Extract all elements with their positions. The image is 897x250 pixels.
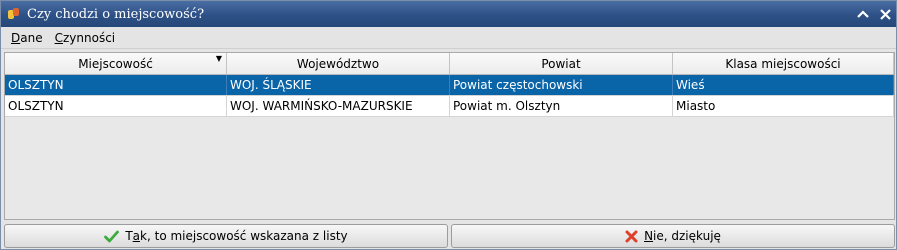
window-title: Czy chodzi o miejscowość? xyxy=(27,6,205,22)
cell-wojewodztwo: WOJ. WARMIŃSKO-MAZURSKIE xyxy=(227,96,450,116)
column-header-powiat[interactable]: Powiat xyxy=(450,53,673,74)
table-header: Miejscowość ▼ Województwo Powiat Klasa m… xyxy=(5,53,894,75)
close-button[interactable] xyxy=(874,3,896,25)
title-bar[interactable]: Czy chodzi o miejscowość? xyxy=(1,1,896,27)
dialog-window: Czy chodzi o miejscowość? Dane Czynności… xyxy=(0,0,897,250)
cell-klasa: Wieś xyxy=(673,75,894,95)
check-icon xyxy=(104,230,120,243)
chevron-up-icon xyxy=(857,10,869,18)
menu-bar: Dane Czynności xyxy=(1,27,896,49)
cell-miejscowosc: OLSZTYN xyxy=(5,96,227,116)
column-header-klasa[interactable]: Klasa miejscowości xyxy=(673,53,894,74)
locality-table[interactable]: Miejscowość ▼ Województwo Powiat Klasa m… xyxy=(4,52,895,220)
column-header-miejscowosc[interactable]: Miejscowość ▼ xyxy=(5,53,227,74)
menu-dane[interactable]: Dane xyxy=(5,31,49,45)
cross-icon xyxy=(625,230,638,243)
app-icon xyxy=(7,7,21,21)
action-buttons: Ta k, to miejscowość wskazana z listy Nie… xyxy=(4,224,895,248)
cell-powiat: Powiat częstochowski xyxy=(450,75,673,95)
menu-czynnosci[interactable]: Czynności xyxy=(49,31,122,45)
close-icon xyxy=(879,8,891,20)
confirm-locality-button[interactable]: Ta k, to miejscowość wskazana z listy xyxy=(4,224,448,248)
column-header-wojewodztwo[interactable]: Województwo xyxy=(227,53,450,74)
cell-powiat: Powiat m. Olsztyn xyxy=(450,96,673,116)
cell-klasa: Miasto xyxy=(673,96,894,116)
table-row[interactable]: OLSZTYN WOJ. WARMIŃSKO-MAZURSKIE Powiat … xyxy=(5,96,894,117)
decline-button[interactable]: Nie, dziękuję xyxy=(451,224,895,248)
sort-desc-icon: ▼ xyxy=(215,54,222,63)
table-row[interactable]: OLSZTYN WOJ. ŚLĄSKIE Powiat częstochowsk… xyxy=(5,75,894,96)
collapse-button[interactable] xyxy=(852,3,874,25)
cell-miejscowosc: OLSZTYN xyxy=(5,75,227,95)
cell-wojewodztwo: WOJ. ŚLĄSKIE xyxy=(227,75,450,95)
